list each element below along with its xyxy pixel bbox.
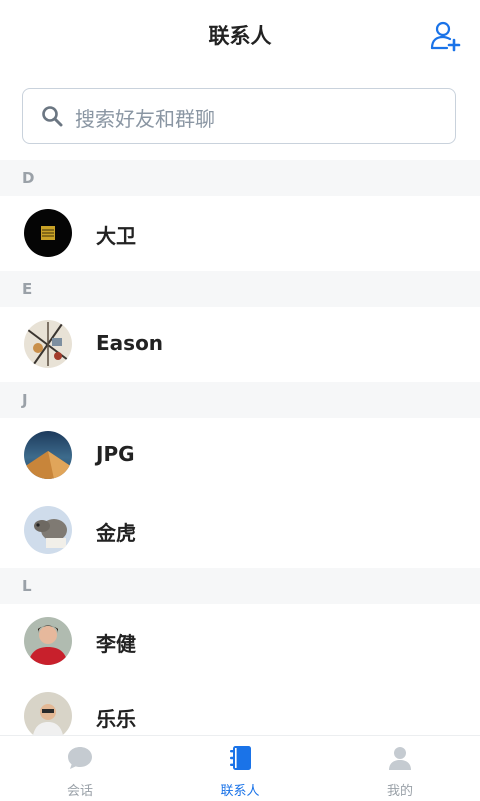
search-input[interactable]: 搜索好友和群聊 bbox=[22, 88, 456, 144]
contact-name: 李健 bbox=[96, 632, 136, 656]
tab-contacts[interactable]: 联系人 bbox=[160, 736, 320, 801]
profile-icon bbox=[389, 747, 411, 770]
search-placeholder: 搜索好友和群聊 bbox=[75, 107, 215, 131]
section-header-j: J bbox=[0, 382, 480, 418]
add-user-icon bbox=[430, 21, 461, 52]
avatar bbox=[24, 320, 72, 368]
chat-bubble-icon bbox=[68, 747, 92, 769]
section-header-e: E bbox=[0, 271, 480, 307]
section-header-l: L bbox=[0, 568, 480, 604]
contact-row[interactable]: 乐乐 bbox=[0, 679, 480, 735]
app-header: 联系人 bbox=[0, 0, 480, 74]
contact-row[interactable]: 大卫 bbox=[0, 196, 480, 271]
contact-row[interactable]: Eason bbox=[0, 307, 480, 382]
tab-conversations[interactable]: 会话 bbox=[0, 736, 160, 801]
contact-name: 乐乐 bbox=[96, 707, 136, 731]
avatar bbox=[24, 209, 72, 257]
contact-row[interactable]: JPG bbox=[0, 418, 480, 493]
contact-name: 金虎 bbox=[96, 521, 136, 545]
tab-label: 我的 bbox=[386, 784, 413, 799]
section-header-d: D bbox=[0, 160, 480, 196]
avatar bbox=[24, 431, 72, 479]
contact-row[interactable]: 金虎 bbox=[0, 493, 480, 568]
avatar bbox=[24, 506, 72, 554]
avatar bbox=[24, 692, 72, 735]
contact-row[interactable]: 李健 bbox=[0, 604, 480, 679]
contact-list[interactable]: D 大卫 E Eason J JPG 金虎 L 李健 乐乐 bbox=[0, 160, 480, 735]
bottom-tab-bar: 会话 联系人 我的 bbox=[0, 735, 480, 801]
contacts-book-icon bbox=[230, 746, 251, 770]
contact-name: JPG bbox=[96, 442, 135, 466]
tab-profile[interactable]: 我的 bbox=[320, 736, 480, 801]
contact-name: Eason bbox=[96, 331, 164, 355]
add-contact-button[interactable] bbox=[430, 20, 462, 52]
tab-label: 联系人 bbox=[220, 784, 260, 799]
tab-label: 会话 bbox=[66, 784, 93, 799]
avatar bbox=[24, 617, 72, 665]
search-icon bbox=[42, 106, 63, 127]
page-title: 联系人 bbox=[208, 24, 272, 48]
contact-name: 大卫 bbox=[96, 224, 136, 248]
